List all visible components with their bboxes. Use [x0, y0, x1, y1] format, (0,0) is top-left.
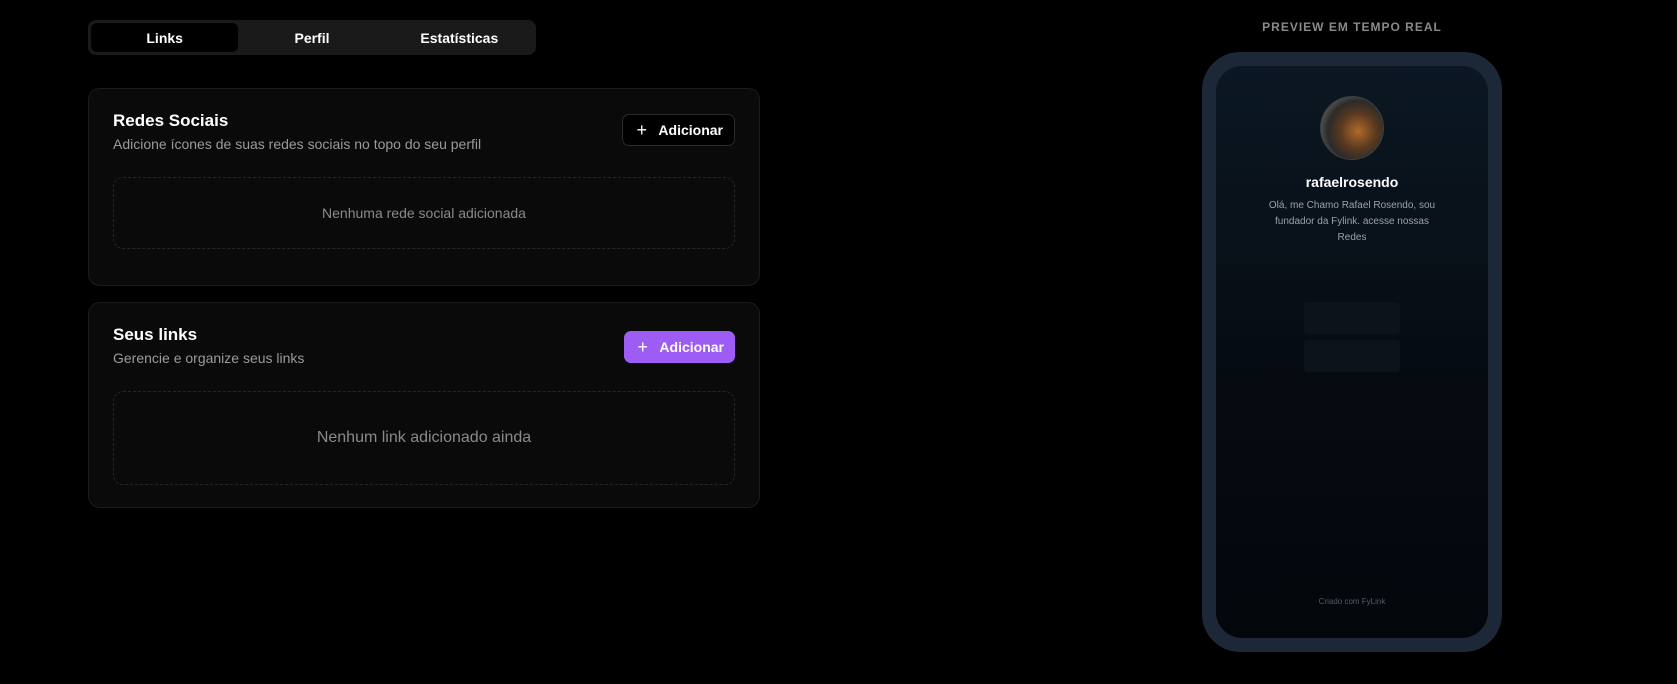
add-social-button[interactable]: + Adicionar [622, 114, 735, 146]
social-networks-card: Redes Sociais Adicione ícones de suas re… [88, 88, 760, 286]
plus-icon: + [637, 337, 648, 357]
preview-link-placeholder [1304, 302, 1400, 334]
links-card-subtitle: Gerencie e organize seus links [113, 350, 305, 366]
avatar [1320, 96, 1384, 160]
links-card-title: Seus links [113, 325, 198, 344]
add-link-button[interactable]: + Adicionar [624, 331, 735, 363]
preview-title: PREVIEW EM TEMPO REAL [1262, 20, 1442, 34]
tab-perfil[interactable]: Perfil [238, 23, 385, 52]
add-link-label: Adicionar [659, 339, 724, 355]
plus-icon: + [636, 120, 647, 140]
tab-estatisticas[interactable]: Estatísticas [386, 23, 533, 52]
app-root: Links Perfil Estatísticas Redes Sociais … [0, 0, 1677, 684]
add-social-label: Adicionar [658, 122, 723, 138]
preview-footer-credit: Criado com FyLink [1318, 597, 1386, 606]
phone-screen: rafaelrosendo Olá, me Chamo Rafael Rosen… [1216, 66, 1488, 638]
links-empty-state: Nenhum link adicionado ainda [113, 391, 735, 485]
tab-bar: Links Perfil Estatísticas [88, 20, 536, 55]
social-card-subtitle: Adicione ícones de suas redes sociais no… [113, 136, 482, 152]
preview-bio: Olá, me Chamo Rafael Rosendo, sou fundad… [1268, 200, 1436, 243]
links-card: Seus links Gerencie e organize seus link… [88, 302, 760, 508]
phone-preview: rafaelrosendo Olá, me Chamo Rafael Rosen… [1202, 52, 1502, 652]
tab-links[interactable]: Links [91, 23, 239, 52]
social-card-title: Redes Sociais [113, 111, 229, 130]
social-empty-state: Nenhuma rede social adicionada [113, 177, 735, 249]
preview-username: rafaelrosendo [1305, 174, 1399, 190]
preview-link-placeholder [1304, 340, 1400, 372]
